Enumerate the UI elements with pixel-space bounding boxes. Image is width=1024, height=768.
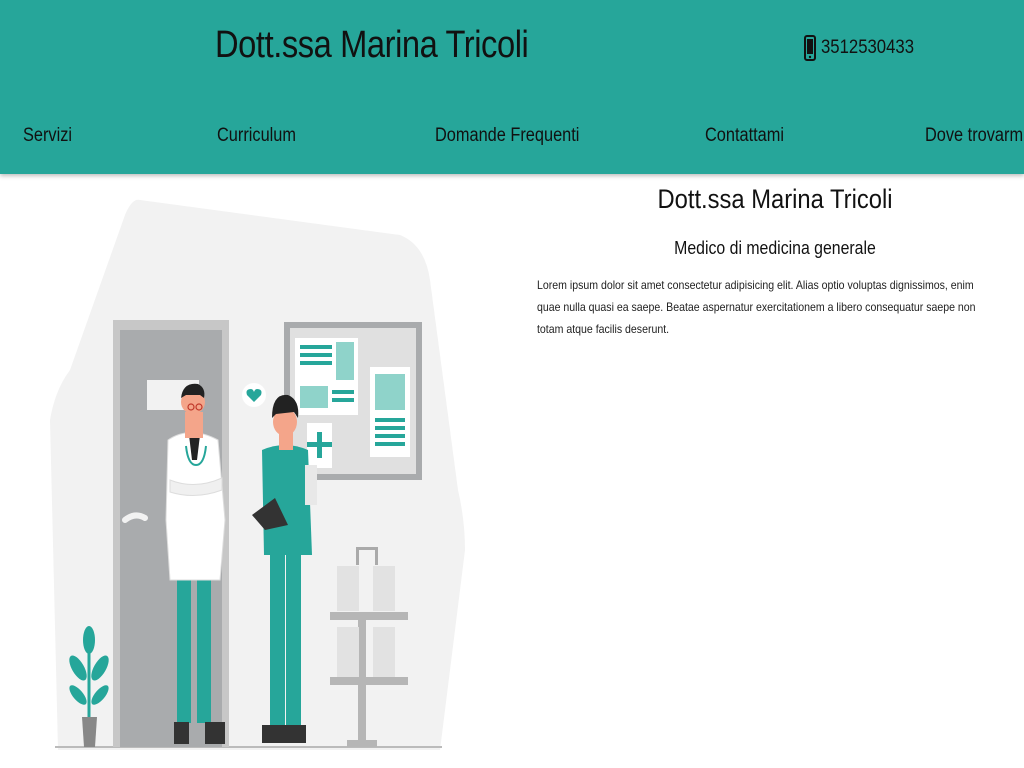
doctors-illustration — [50, 199, 465, 750]
plant-pot — [82, 717, 97, 747]
cart-shelf-2 — [330, 677, 408, 685]
site-title: Dott.ssa Marina Tricoli — [215, 24, 529, 66]
phone-icon — [804, 35, 816, 61]
nav-item-servizi[interactable]: Servizi — [23, 125, 72, 147]
cart-handle — [356, 547, 378, 550]
cart-box-2 — [373, 566, 395, 611]
nav-item-curriculum[interactable]: Curriculum — [217, 125, 296, 147]
cart-box-1 — [337, 566, 359, 611]
cart-box-4 — [373, 627, 395, 677]
site-header: Dott.ssa Marina Tricoli 3512530433 Servi… — [0, 0, 1024, 174]
phone-contact[interactable]: 3512530433 — [804, 35, 927, 61]
nav-item-dove-trovarmi[interactable]: Dove trovarmi — [925, 125, 1024, 147]
cart-box-3 — [337, 627, 359, 677]
cart-shelf-1 — [330, 612, 408, 620]
phone-number: 3512530433 — [821, 37, 914, 58]
nav-item-contattami[interactable]: Contattami — [705, 125, 784, 147]
nav-item-domande-frequenti[interactable]: Domande Frequenti — [435, 125, 579, 147]
content-title: Dott.ssa Marina Tricoli — [657, 184, 893, 214]
content-subtitle: Medico di medicina generale — [674, 238, 876, 258]
content-body: Lorem ipsum dolor sit amet consectetur a… — [537, 278, 976, 336]
